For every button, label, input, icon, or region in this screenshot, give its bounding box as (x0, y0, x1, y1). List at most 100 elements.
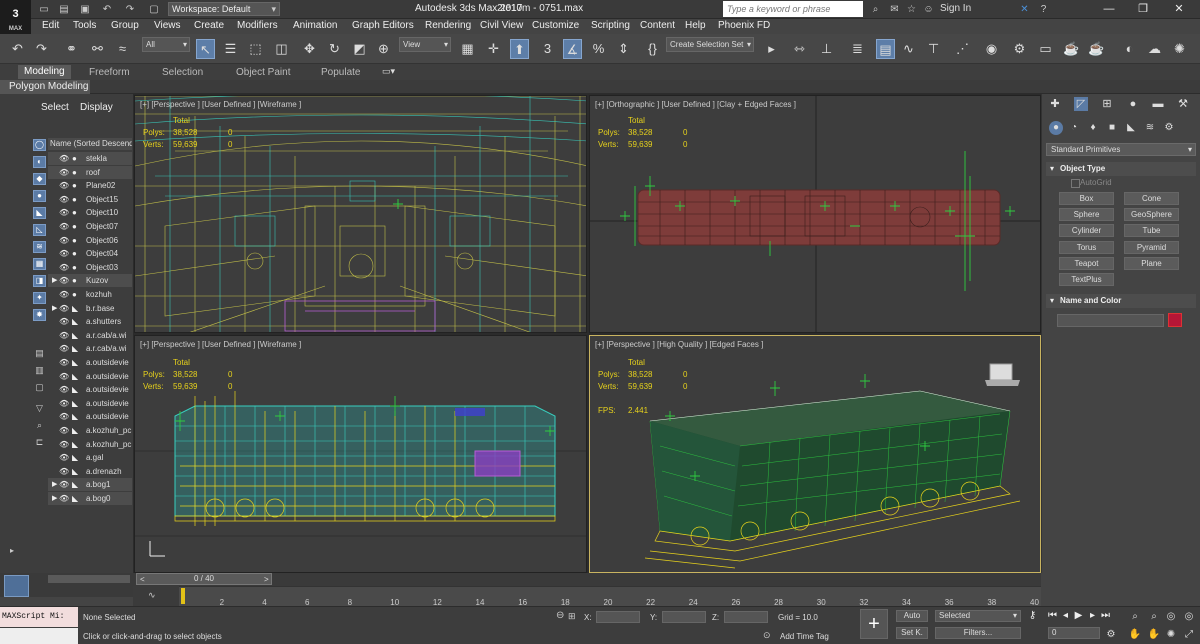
visibility-eye-icon[interactable]: 👁 (59, 302, 69, 315)
expand-arrow-icon[interactable]: ▶ (52, 478, 57, 491)
display-groups-icon[interactable]: ▦ (33, 258, 46, 270)
menu-help[interactable]: Help (685, 20, 706, 31)
list-item[interactable]: ▶ 👁 ◣ a.bog1 (48, 478, 132, 492)
menu-phoenix-fd[interactable]: Phoenix FD (718, 20, 770, 31)
viewport-label[interactable]: [+] [Perspective ] [High Quality ] [Edge… (595, 340, 763, 349)
prev-frame-icon[interactable]: ◂ (1059, 610, 1072, 622)
visibility-eye-icon[interactable]: 👁 (59, 397, 69, 410)
star-icon[interactable]: ☆ (905, 3, 918, 16)
list-item[interactable]: 👁 ◣ a.r.cab/a.wi (48, 329, 132, 342)
systems-icon[interactable]: ⚙ (1162, 121, 1176, 135)
time-tag-icon[interactable]: ⊙ (763, 630, 771, 641)
playhead[interactable] (181, 588, 185, 604)
ribbon-tab-selection[interactable]: Selection (162, 67, 203, 78)
helpers-icon[interactable]: ◣ (1124, 121, 1138, 135)
display-bones-icon[interactable]: ✦ (33, 292, 46, 304)
list-item[interactable]: 👁 ● Object06 (48, 234, 132, 247)
modify-panel-icon[interactable]: ◸ (1074, 97, 1088, 111)
menu-civil-view[interactable]: Civil View (480, 20, 523, 31)
keyboard-shortcut-toggle-icon[interactable]: ⬆ (510, 39, 529, 59)
visibility-eye-icon[interactable]: 👁 (59, 492, 69, 505)
menu-customize[interactable]: Customize (532, 20, 579, 31)
bind-space-warp-icon[interactable]: ≈ (113, 39, 132, 59)
maximize-icon[interactable]: ❐ (1126, 0, 1160, 19)
render-setup-icon[interactable]: ⚙ (1010, 39, 1029, 59)
visibility-eye-icon[interactable]: 👁 (59, 438, 69, 451)
display-helpers-icon[interactable]: ◺ (33, 224, 46, 236)
add-time-tag[interactable]: Add Time Tag (780, 632, 829, 641)
visibility-eye-icon[interactable]: 👁 (59, 288, 69, 301)
key-filters-button[interactable]: Filters... (935, 627, 1021, 639)
visibility-eye-icon[interactable]: 👁 (59, 166, 69, 179)
z-coordinate-input[interactable] (724, 611, 768, 623)
visibility-eye-icon[interactable]: 👁 (59, 247, 69, 260)
new-file-icon[interactable]: ▭ (37, 3, 51, 16)
display-geometry-icon[interactable]: ◐ (33, 156, 46, 168)
mirror-icon[interactable]: ⇿ (790, 39, 809, 59)
display-invert-icon[interactable]: ▥ (33, 364, 46, 376)
link-icon[interactable]: ⚭ (62, 39, 81, 59)
display-none-icon[interactable]: ◯ (33, 139, 46, 151)
named-selection-icon[interactable]: {} (643, 39, 662, 59)
display-spacewarps-icon[interactable]: ≋ (33, 241, 46, 253)
explorer-tab-display[interactable]: Display (80, 102, 113, 113)
key-icon[interactable]: ⚷ (1026, 610, 1039, 622)
list-item[interactable]: 👁 ● Object03 (48, 261, 132, 274)
filter-icon[interactable]: ▽ (33, 402, 46, 414)
visibility-eye-icon[interactable]: 👁 (59, 410, 69, 423)
object-name-input[interactable] (1057, 314, 1164, 327)
list-item[interactable]: 👁 ◣ a.shutters (48, 315, 132, 328)
menu-create[interactable]: Create (194, 20, 224, 31)
zoom-icon[interactable]: ⌕ (1128, 610, 1142, 624)
angle-snap-icon[interactable]: ∡ (563, 39, 582, 59)
list-item[interactable]: 👁 ● Plane02 (48, 179, 132, 192)
visibility-eye-icon[interactable]: 👁 (59, 383, 69, 396)
display-all-icon[interactable]: ▤ (33, 347, 46, 359)
menu-modifiers[interactable]: Modifiers (237, 20, 278, 31)
render-frame-icon[interactable]: ▭ (1036, 39, 1055, 59)
visibility-eye-icon[interactable]: 👁 (59, 342, 69, 355)
search-input[interactable]: Type a keyword or phrase (723, 1, 863, 17)
primitive-button-geosphere[interactable]: GeoSphere (1124, 208, 1179, 222)
save-file-icon[interactable]: ▣ (78, 3, 92, 16)
visibility-eye-icon[interactable]: 👁 (59, 193, 69, 206)
cameras-icon[interactable]: ■ (1105, 121, 1119, 135)
visibility-eye-icon[interactable]: 👁 (59, 356, 69, 369)
menu-tools[interactable]: Tools (73, 20, 96, 31)
select-object-icon[interactable]: ↖ (196, 39, 215, 59)
selection-filter-dropdown[interactable]: All (142, 37, 190, 52)
primitive-button-cylinder[interactable]: Cylinder (1059, 224, 1114, 238)
shapes-icon[interactable]: ◔ (1067, 121, 1081, 135)
menu-views[interactable]: Views (154, 20, 181, 31)
primitive-button-tube[interactable]: Tube (1124, 224, 1179, 238)
expand-arrow-icon[interactable]: ▶ (52, 302, 57, 315)
render-production-icon[interactable]: ☕ (1062, 39, 1081, 59)
primitive-button-textplus[interactable]: TextPlus (1059, 273, 1114, 286)
material-editor-icon[interactable]: ◉ (982, 39, 1001, 59)
primitive-button-sphere[interactable]: Sphere (1059, 208, 1114, 222)
viewport-label[interactable]: [+] [Perspective ] [User Defined ] [Wire… (140, 100, 301, 109)
hierarchy-panel-icon[interactable]: ⊞ (1100, 97, 1114, 111)
visibility-eye-icon[interactable]: 👁 (59, 424, 69, 437)
y-coordinate-input[interactable] (662, 611, 706, 623)
space-warps-icon[interactable]: ≋ (1143, 121, 1157, 135)
menu-edit[interactable]: Edit (42, 20, 59, 31)
maxscript-listener[interactable]: MAXScript Mi: (0, 607, 78, 627)
visibility-eye-icon[interactable]: 👁 (59, 329, 69, 342)
viewport-top-left[interactable]: [+] [Perspective ] [User Defined ] [Wire… (134, 95, 587, 333)
window-crossing-icon[interactable]: ◫ (272, 39, 291, 59)
utilities-panel-icon[interactable]: ⚒ (1176, 97, 1190, 111)
expand-arrow-icon[interactable]: ▶ (52, 492, 57, 505)
maxscript-input[interactable] (0, 628, 78, 644)
project-folder-icon[interactable]: ▢ (147, 3, 161, 16)
list-item[interactable]: 👁 ◣ a.outsidevie (48, 356, 132, 369)
list-item[interactable]: 👁 ◣ a.kozhuh_pc (48, 424, 132, 437)
viewport-bottom-left[interactable]: [+] [Perspective ] [User Defined ] [Wire… (134, 335, 587, 573)
list-item[interactable]: 👁 ● kozhuh (48, 288, 132, 301)
menu-group[interactable]: Group (111, 20, 139, 31)
visibility-eye-icon[interactable]: 👁 (59, 315, 69, 328)
list-item[interactable]: 👁 ◣ a.outsidevie (48, 383, 132, 396)
redo-quick-icon[interactable]: ↷ (123, 3, 137, 16)
motion-panel-icon[interactable]: ● (1126, 97, 1140, 111)
workspace-dropdown[interactable]: Workspace: Default (168, 2, 280, 16)
